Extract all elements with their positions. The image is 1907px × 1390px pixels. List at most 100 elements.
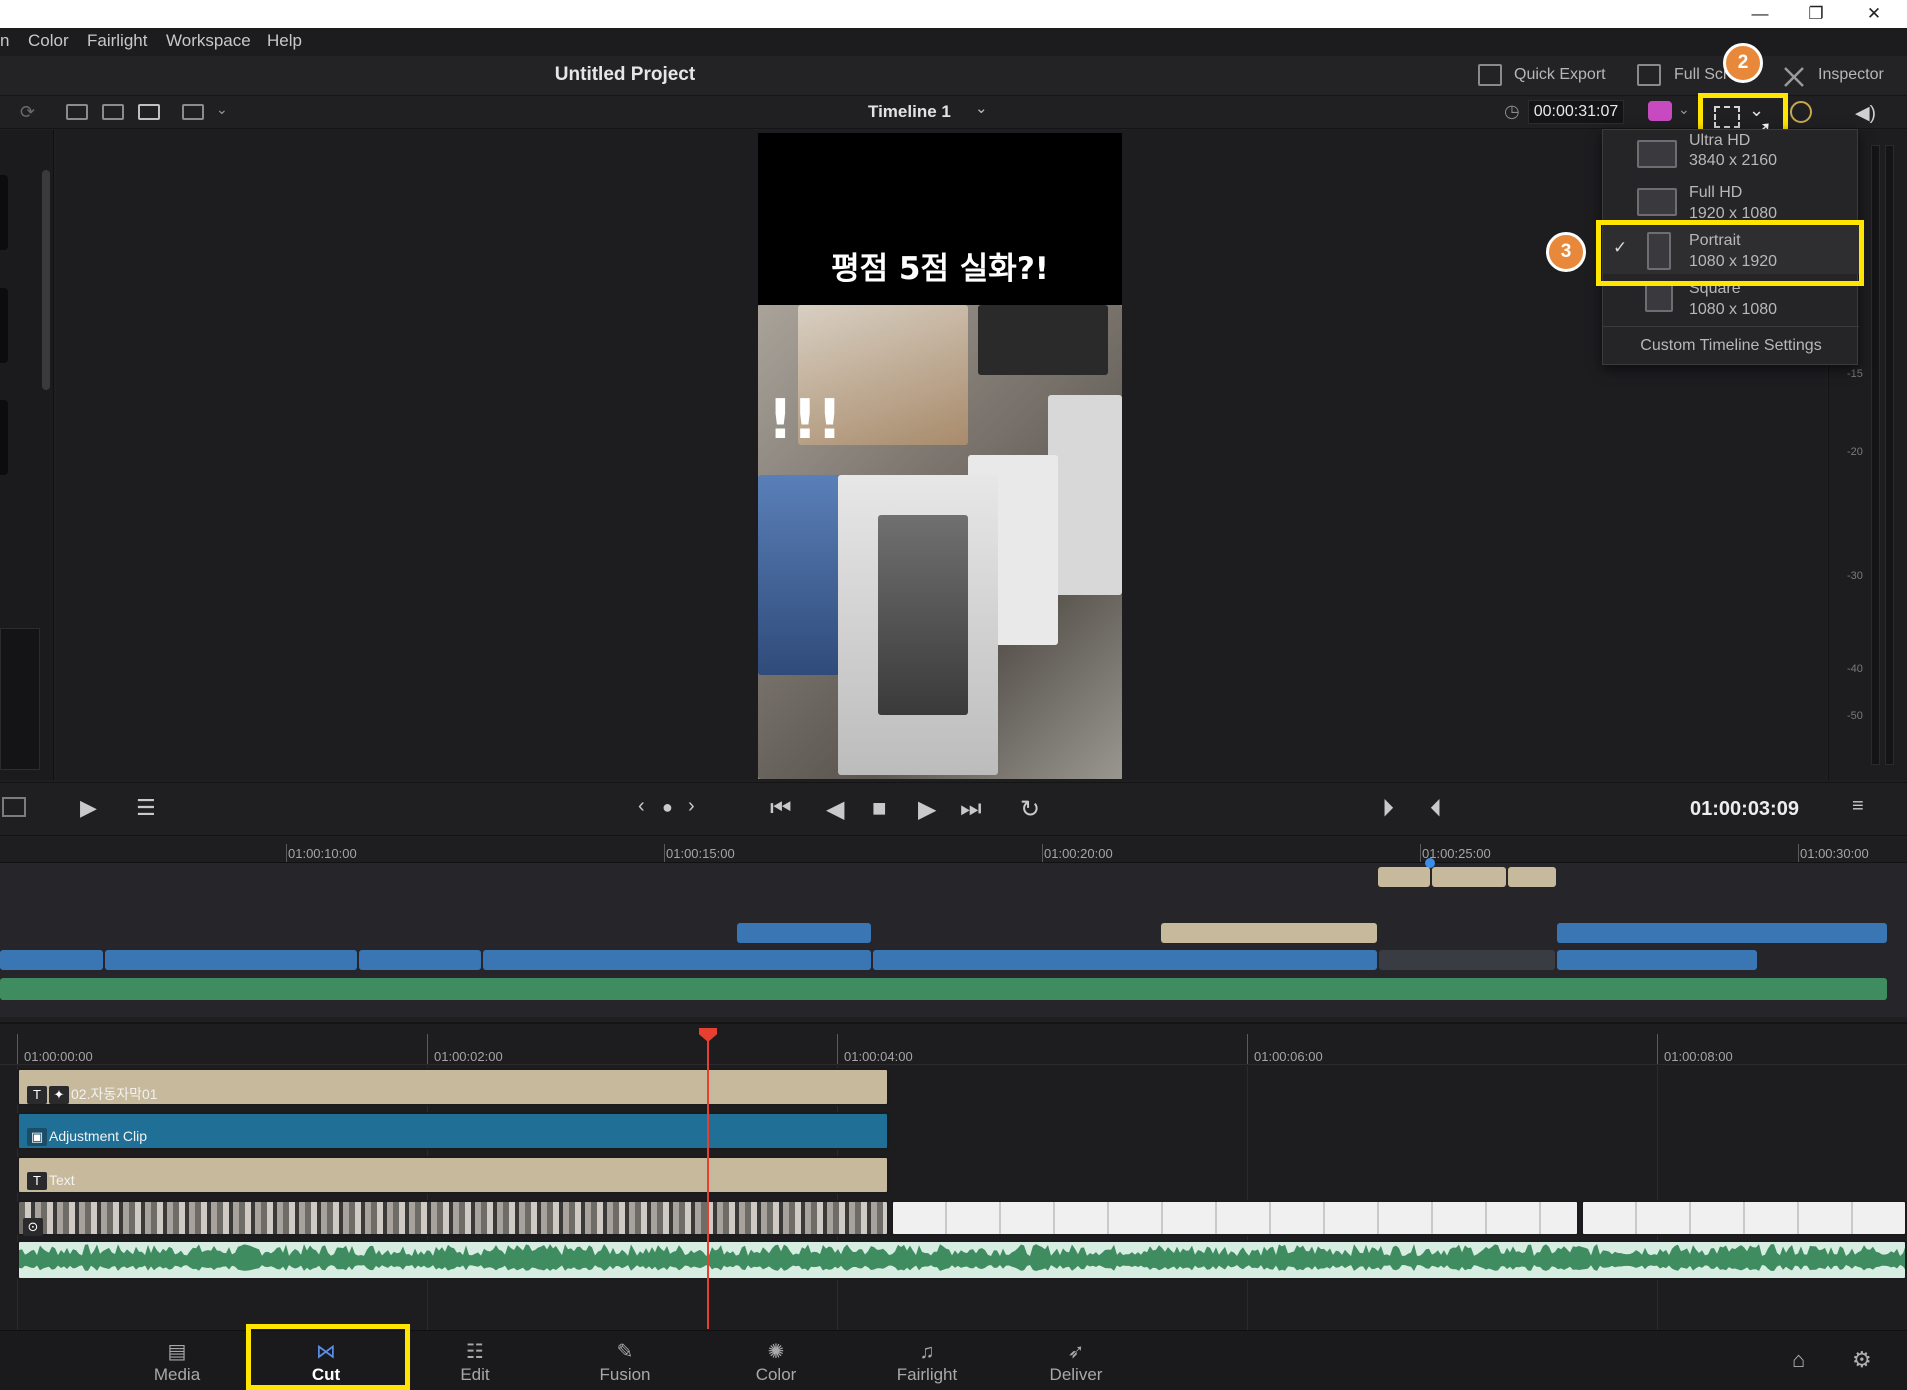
clip-label-wrap: T ✦ 02.자동자막01 <box>27 1084 158 1105</box>
upper-timeline-ruler[interactable]: 01:00:10:00 01:00:15:00 01:00:20:00 01:0… <box>0 837 1907 863</box>
viewer-mode-timeline-icon[interactable] <box>138 104 160 120</box>
viewer-mode-source-icon[interactable] <box>66 104 88 120</box>
video-clip-photos[interactable]: ⊙ <box>17 1200 889 1236</box>
camera-chevron-icon[interactable]: ⌄ <box>1678 101 1690 118</box>
overview-clip-title[interactable] <box>1161 923 1377 943</box>
panel-clip-thumb[interactable] <box>0 175 8 250</box>
text-clip[interactable]: T Text <box>17 1156 889 1194</box>
gear-icon[interactable]: ⚙ <box>1852 1347 1872 1373</box>
page-tab-fusion[interactable]: ✎ Fusion <box>560 1331 690 1390</box>
overview-clip[interactable] <box>483 950 871 970</box>
jog-right-icon[interactable]: › <box>688 795 695 818</box>
page-tab-media[interactable]: ▤ Media <box>112 1331 242 1390</box>
audio-clip[interactable] <box>17 1240 1907 1280</box>
ruler-label: 01:00:04:00 <box>844 1049 913 1064</box>
adjustment-clip[interactable]: ▣ Adjustment Clip <box>17 1112 889 1150</box>
color-wheel-icon[interactable] <box>1790 101 1812 123</box>
audio-playback-icon[interactable]: ▶ <box>80 795 97 821</box>
chevron-down-icon[interactable]: ⌄ <box>216 101 228 118</box>
os-title-bar: — ❐ ✕ <box>0 0 1907 28</box>
stop-icon[interactable]: ■ <box>872 795 887 823</box>
subtitle-clip[interactable]: T ✦ 02.자동자막01 <box>17 1068 889 1106</box>
page-label: Color <box>755 1365 797 1384</box>
play-icon[interactable]: ▶ <box>918 795 936 824</box>
overview-clip[interactable] <box>737 923 871 943</box>
skip-to-end-icon[interactable]: ⏭ <box>960 795 982 823</box>
overview-clip[interactable] <box>873 950 1377 970</box>
timeline-name[interactable]: Timeline 1 <box>868 102 951 122</box>
overview-clip-gap[interactable] <box>1379 950 1555 970</box>
menu-item-workspace[interactable]: Workspace <box>166 28 251 56</box>
portrait-highlight-box <box>1596 220 1864 286</box>
ruler-major-tick <box>1042 844 1043 862</box>
maximize-button[interactable]: ❐ <box>1793 0 1839 28</box>
text-tag-icon: T <box>27 1086 47 1105</box>
lower-timeline-ruler[interactable]: 01:00:00:00 01:00:02:00 01:00:04:00 01:0… <box>0 1029 1907 1065</box>
music-note-icon: ♫ <box>919 1341 935 1363</box>
menu-item-color[interactable]: Color <box>28 28 69 56</box>
ruler-major-tick <box>837 1034 838 1064</box>
ruler-label: 01:00:15:00 <box>666 846 735 861</box>
video-clip-screen[interactable] <box>891 1200 1579 1236</box>
jog-left-icon[interactable]: ‹ <box>638 795 645 818</box>
viewer-mode-tape-icon[interactable] <box>102 104 124 120</box>
inspector-button[interactable]: Inspector <box>1818 66 1884 84</box>
ruler-major-tick <box>17 1034 18 1064</box>
panel-clip-thumb[interactable] <box>0 288 8 363</box>
ruler-label: 01:00:08:00 <box>1664 1049 1733 1064</box>
scopes-icon[interactable] <box>2 797 26 817</box>
ruler-major-tick <box>427 1034 428 1064</box>
timeline-chevron-icon[interactable]: ⌄ <box>975 99 988 117</box>
overview-clip[interactable] <box>1557 923 1887 943</box>
settings-sliders-icon[interactable]: ☰ <box>136 795 156 821</box>
sync-icon[interactable]: ⟳ <box>20 102 35 123</box>
home-icon[interactable]: ⌂ <box>1792 1347 1805 1373</box>
ruler-major-tick <box>1798 844 1799 862</box>
overview-clip[interactable] <box>105 950 357 970</box>
mark-out-icon[interactable]: ⏴ <box>1430 795 1442 823</box>
camera-icon[interactable] <box>1648 101 1672 121</box>
overview-clip-title[interactable] <box>1508 867 1556 887</box>
overview-clip[interactable] <box>1557 950 1757 970</box>
panel-scrollbar[interactable] <box>42 170 50 390</box>
panel-clip-thumb[interactable] <box>0 400 8 475</box>
play-reverse-icon[interactable]: ◀ <box>826 795 844 824</box>
skip-to-start-icon[interactable]: ⏮ <box>770 795 792 823</box>
loop-icon[interactable]: ↻ <box>1020 795 1040 824</box>
rocket-icon: ➶ <box>1067 1341 1085 1363</box>
page-tab-fairlight[interactable]: ♫ Fairlight <box>862 1331 992 1390</box>
overview-clip[interactable] <box>0 950 103 970</box>
ruler-label: 01:00:20:00 <box>1044 846 1113 861</box>
safe-area-icon[interactable] <box>182 104 204 120</box>
overview-audio-clip[interactable] <box>0 978 1887 1000</box>
panel-preview-box <box>0 628 40 770</box>
menu-item-partial[interactable]: n <box>0 28 9 56</box>
page-tab-edit[interactable]: ☷ Edit <box>410 1331 540 1390</box>
step-badge-3: 3 <box>1546 232 1586 272</box>
menu-item-fairlight[interactable]: Fairlight <box>87 28 147 56</box>
grid-line <box>1657 1066 1658 1332</box>
overview-clip[interactable] <box>359 950 481 970</box>
custom-timeline-settings[interactable]: Custom Timeline Settings <box>1603 326 1859 366</box>
overview-clip-title[interactable] <box>1378 867 1430 887</box>
left-side-panel <box>0 130 54 780</box>
resolution-option-full-hd[interactable]: Full HD 1920 x 1080 <box>1603 178 1859 226</box>
project-title: Untitled Project <box>554 64 696 85</box>
close-button[interactable]: ✕ <box>1851 0 1897 28</box>
menu-item-help[interactable]: Help <box>267 28 302 56</box>
options-menu-icon[interactable]: ≡ <box>1852 795 1864 818</box>
video-clip-screen[interactable] <box>1581 1200 1907 1236</box>
speaker-icon[interactable]: ◀) <box>1855 102 1876 125</box>
resolution-option-ultra-hd[interactable]: Ultra HD 3840 x 2160 <box>1603 130 1859 178</box>
page-tab-deliver[interactable]: ➶ Deliver <box>1011 1331 1141 1390</box>
clock-icon: ◷ <box>1504 101 1520 121</box>
page-tab-color[interactable]: ✺ Color <box>711 1331 841 1390</box>
speed-icon: ⊙ <box>23 1218 43 1236</box>
overview-clip-title[interactable] <box>1432 867 1506 887</box>
jog-dot-icon[interactable]: ● <box>662 797 673 818</box>
mark-in-icon[interactable]: ⏵ <box>1382 795 1394 823</box>
minimize-button[interactable]: — <box>1737 0 1783 28</box>
playhead[interactable] <box>707 1033 709 1329</box>
quick-export-button[interactable]: Quick Export <box>1514 66 1606 84</box>
resolution-icon <box>1714 106 1740 128</box>
